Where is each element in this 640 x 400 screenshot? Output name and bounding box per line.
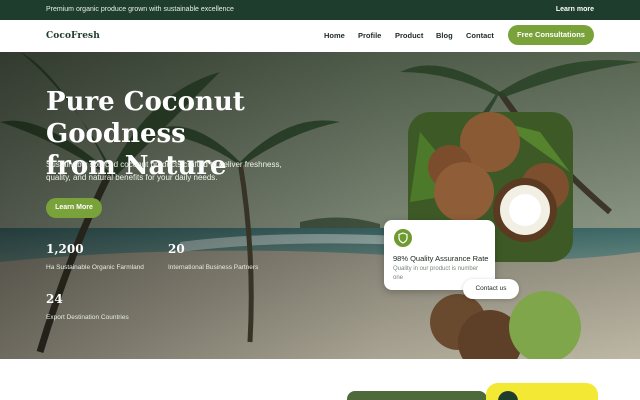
section-image [347,391,487,400]
learn-more-button[interactable]: Learn More [46,198,102,218]
learn-more-link[interactable]: Learn more [556,6,594,13]
stat-countries-value: 24 [46,292,63,306]
stat-farmland-value: 1,200 [46,242,84,256]
contact-us-button[interactable]: Contact us [463,279,519,299]
logo[interactable]: CocoFresh [46,31,100,41]
nav-contact[interactable]: Contact [466,31,494,40]
quality-title: 98% Quality Assurance Rate [393,254,489,263]
stat-partners-label: International Business Partners [168,264,259,271]
stat-partners-value: 20 [168,242,185,256]
main-nav: CocoFresh Home Profile Product Blog Cont… [0,20,640,52]
nav-product[interactable]: Product [395,31,423,40]
shield-icon [394,229,412,247]
nav-profile[interactable]: Profile [358,31,381,40]
announcement-text: Premium organic produce grown with susta… [46,6,234,13]
nav-blog[interactable]: Blog [436,31,453,40]
hero-section: Pure Coconut Goodness from Nature Sustai… [0,52,640,359]
free-consultations-button[interactable]: Free Consultations [508,25,594,45]
hero-description: Sustainably sourced coconut products cra… [46,160,282,182]
stat-countries-label: Export Destination Countries [46,314,129,321]
hero-title-line-1: Pure Coconut Goodness [46,87,245,149]
announcement-bar: Premium organic produce grown with susta… [0,0,640,20]
nav-home[interactable]: Home [324,31,345,40]
stat-farmland-label: Ha Sustainable Organic Farmland [46,264,144,271]
